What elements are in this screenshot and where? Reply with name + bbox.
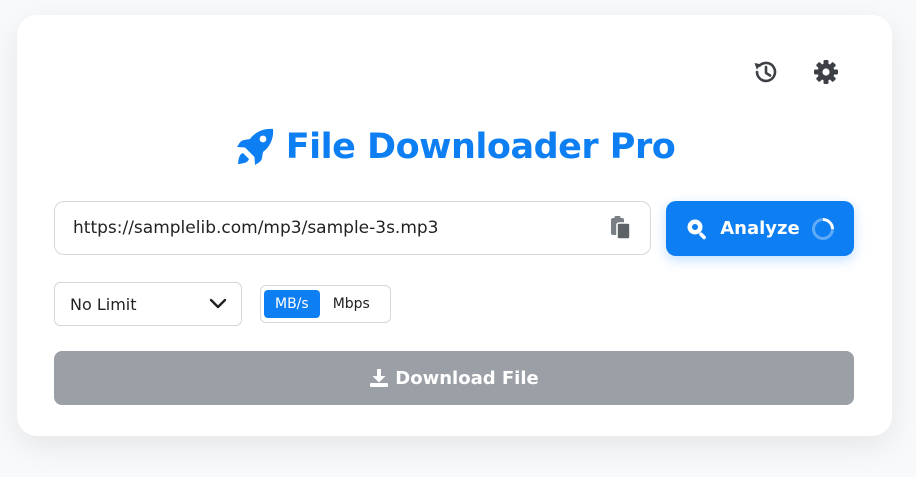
speed-limit-value: No Limit (70, 294, 137, 314)
search-icon (687, 219, 707, 239)
analyze-button[interactable]: Analyze (666, 201, 854, 256)
downloader-card: File Downloader Pro Analyze No Limit MB/… (17, 15, 892, 436)
analyze-label: Analyze (720, 218, 800, 239)
url-input-container (54, 201, 651, 255)
unit-option-mbps[interactable]: Mbps (322, 290, 381, 318)
speed-limit-select[interactable]: No Limit (54, 282, 242, 326)
chevron-down-icon (209, 298, 227, 309)
gear-icon (814, 60, 838, 84)
unit-toggle: MB/s Mbps (260, 285, 391, 323)
rocket-icon (236, 128, 273, 165)
page-title: File Downloader Pro (285, 127, 676, 167)
download-button[interactable]: Download File (54, 351, 854, 405)
url-input[interactable] (55, 217, 608, 239)
paste-button[interactable] (608, 215, 634, 241)
app-header: File Downloader Pro (17, 121, 892, 173)
download-label: Download File (395, 367, 539, 389)
unit-option-mbs[interactable]: MB/s (264, 290, 320, 318)
download-icon (370, 369, 389, 387)
history-icon (754, 61, 777, 83)
history-button[interactable] (748, 55, 782, 89)
settings-button[interactable] (809, 55, 843, 89)
paste-icon (611, 216, 631, 240)
loading-spinner (807, 212, 839, 245)
